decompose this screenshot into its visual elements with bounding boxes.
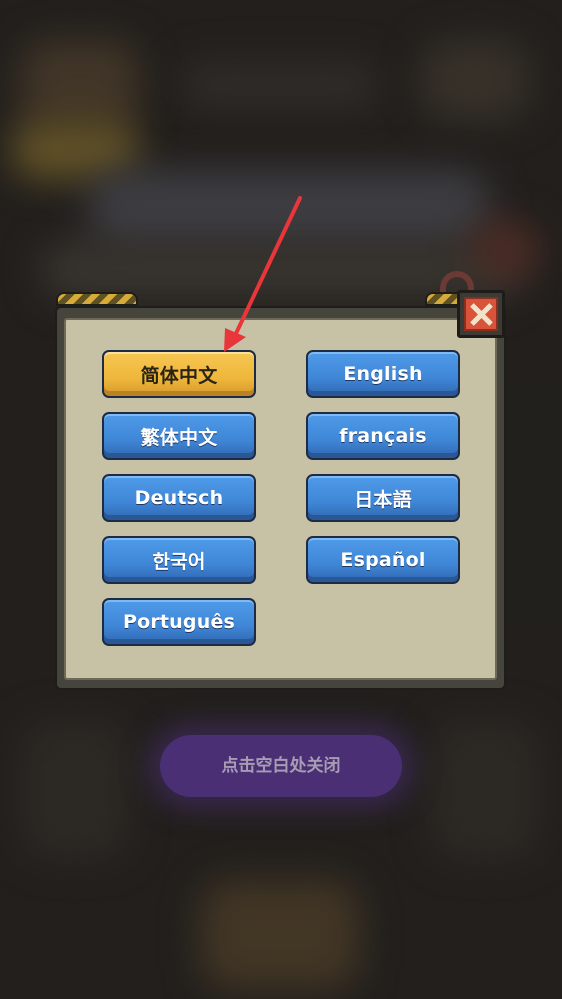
language-button-traditional-chinese[interactable]: 繁体中文 <box>102 412 256 460</box>
language-button-portuguese[interactable]: Português <box>102 598 256 646</box>
language-button-french[interactable]: français <box>306 412 460 460</box>
language-button-english[interactable]: English <box>306 350 460 398</box>
close-x-icon <box>464 297 498 331</box>
language-button-japanese[interactable]: 日本語 <box>306 474 460 522</box>
language-button-german[interactable]: Deutsch <box>102 474 256 522</box>
language-button-simplified-chinese[interactable]: 简体中文 <box>102 350 256 398</box>
close-hint-text[interactable]: 点击空白处关闭 <box>160 735 402 797</box>
hazard-stripe-tab-left <box>56 292 138 306</box>
language-button-korean[interactable]: 한국어 <box>102 536 256 584</box>
language-button-spanish[interactable]: Español <box>306 536 460 584</box>
close-button[interactable] <box>457 290 505 338</box>
